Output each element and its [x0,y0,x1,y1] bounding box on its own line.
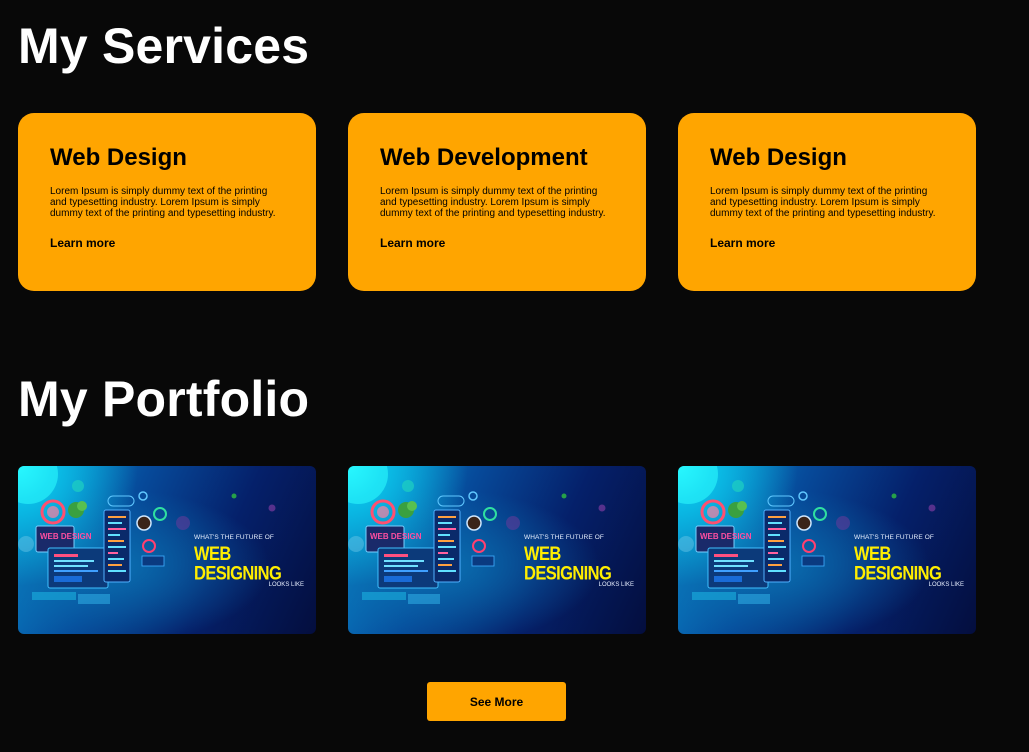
learn-more-link[interactable]: Learn more [380,236,445,250]
service-card-title: Web Development [380,144,588,171]
services-cards: Web Design Lorem Ipsum is simply dummy t… [18,113,976,291]
screen-label: WEB DESIGN [700,532,752,541]
portfolio-caption: WHAT'S THE FUTURE OF WEB DESIGNING LOOKS… [854,534,972,588]
service-card-web-design-2: Web Design Lorem Ipsum is simply dummy t… [678,113,976,291]
caption-kicker: WHAT'S THE FUTURE OF [854,534,934,541]
screen-label: WEB DESIGN [40,532,92,541]
screen-label: WEB DESIGN [370,532,422,541]
service-card-title: Web Design [710,144,847,171]
page: My Services Web Design Lorem Ipsum is si… [0,0,1029,752]
portfolio-item[interactable]: WEB DESIGN WHAT'S THE FUTURE OF WEB DESI… [18,466,316,634]
services-heading: My Services [18,18,310,74]
see-more-button[interactable]: See More [427,682,566,721]
learn-more-link[interactable]: Learn more [50,236,115,250]
service-card-web-development: Web Development Lorem Ipsum is simply du… [348,113,646,291]
portfolio-caption: WHAT'S THE FUTURE OF WEB DESIGNING LOOKS… [194,534,312,588]
caption-title: WEB DESIGNING [854,543,942,584]
service-card-title: Web Design [50,144,187,171]
caption-kicker: WHAT'S THE FUTURE OF [524,534,604,541]
portfolio-heading: My Portfolio [18,371,310,427]
caption-title: WEB DESIGNING [194,543,282,584]
service-card-text: Lorem Ipsum is simply dummy text of the … [380,186,606,219]
portfolio-item[interactable]: WEB DESIGN WHAT'S THE FUTURE OF WEB DESI… [348,466,646,634]
caption-kicker: WHAT'S THE FUTURE OF [194,534,274,541]
learn-more-link[interactable]: Learn more [710,236,775,250]
portfolio-item[interactable]: WEB DESIGN WHAT'S THE FUTURE OF WEB DESI… [678,466,976,634]
service-card-text: Lorem Ipsum is simply dummy text of the … [50,186,276,219]
service-card-text: Lorem Ipsum is simply dummy text of the … [710,186,936,219]
portfolio-caption: WHAT'S THE FUTURE OF WEB DESIGNING LOOKS… [524,534,642,588]
portfolio-grid: WEB DESIGN WHAT'S THE FUTURE OF WEB DESI… [18,466,976,634]
caption-title: WEB DESIGNING [524,543,612,584]
service-card-web-design: Web Design Lorem Ipsum is simply dummy t… [18,113,316,291]
